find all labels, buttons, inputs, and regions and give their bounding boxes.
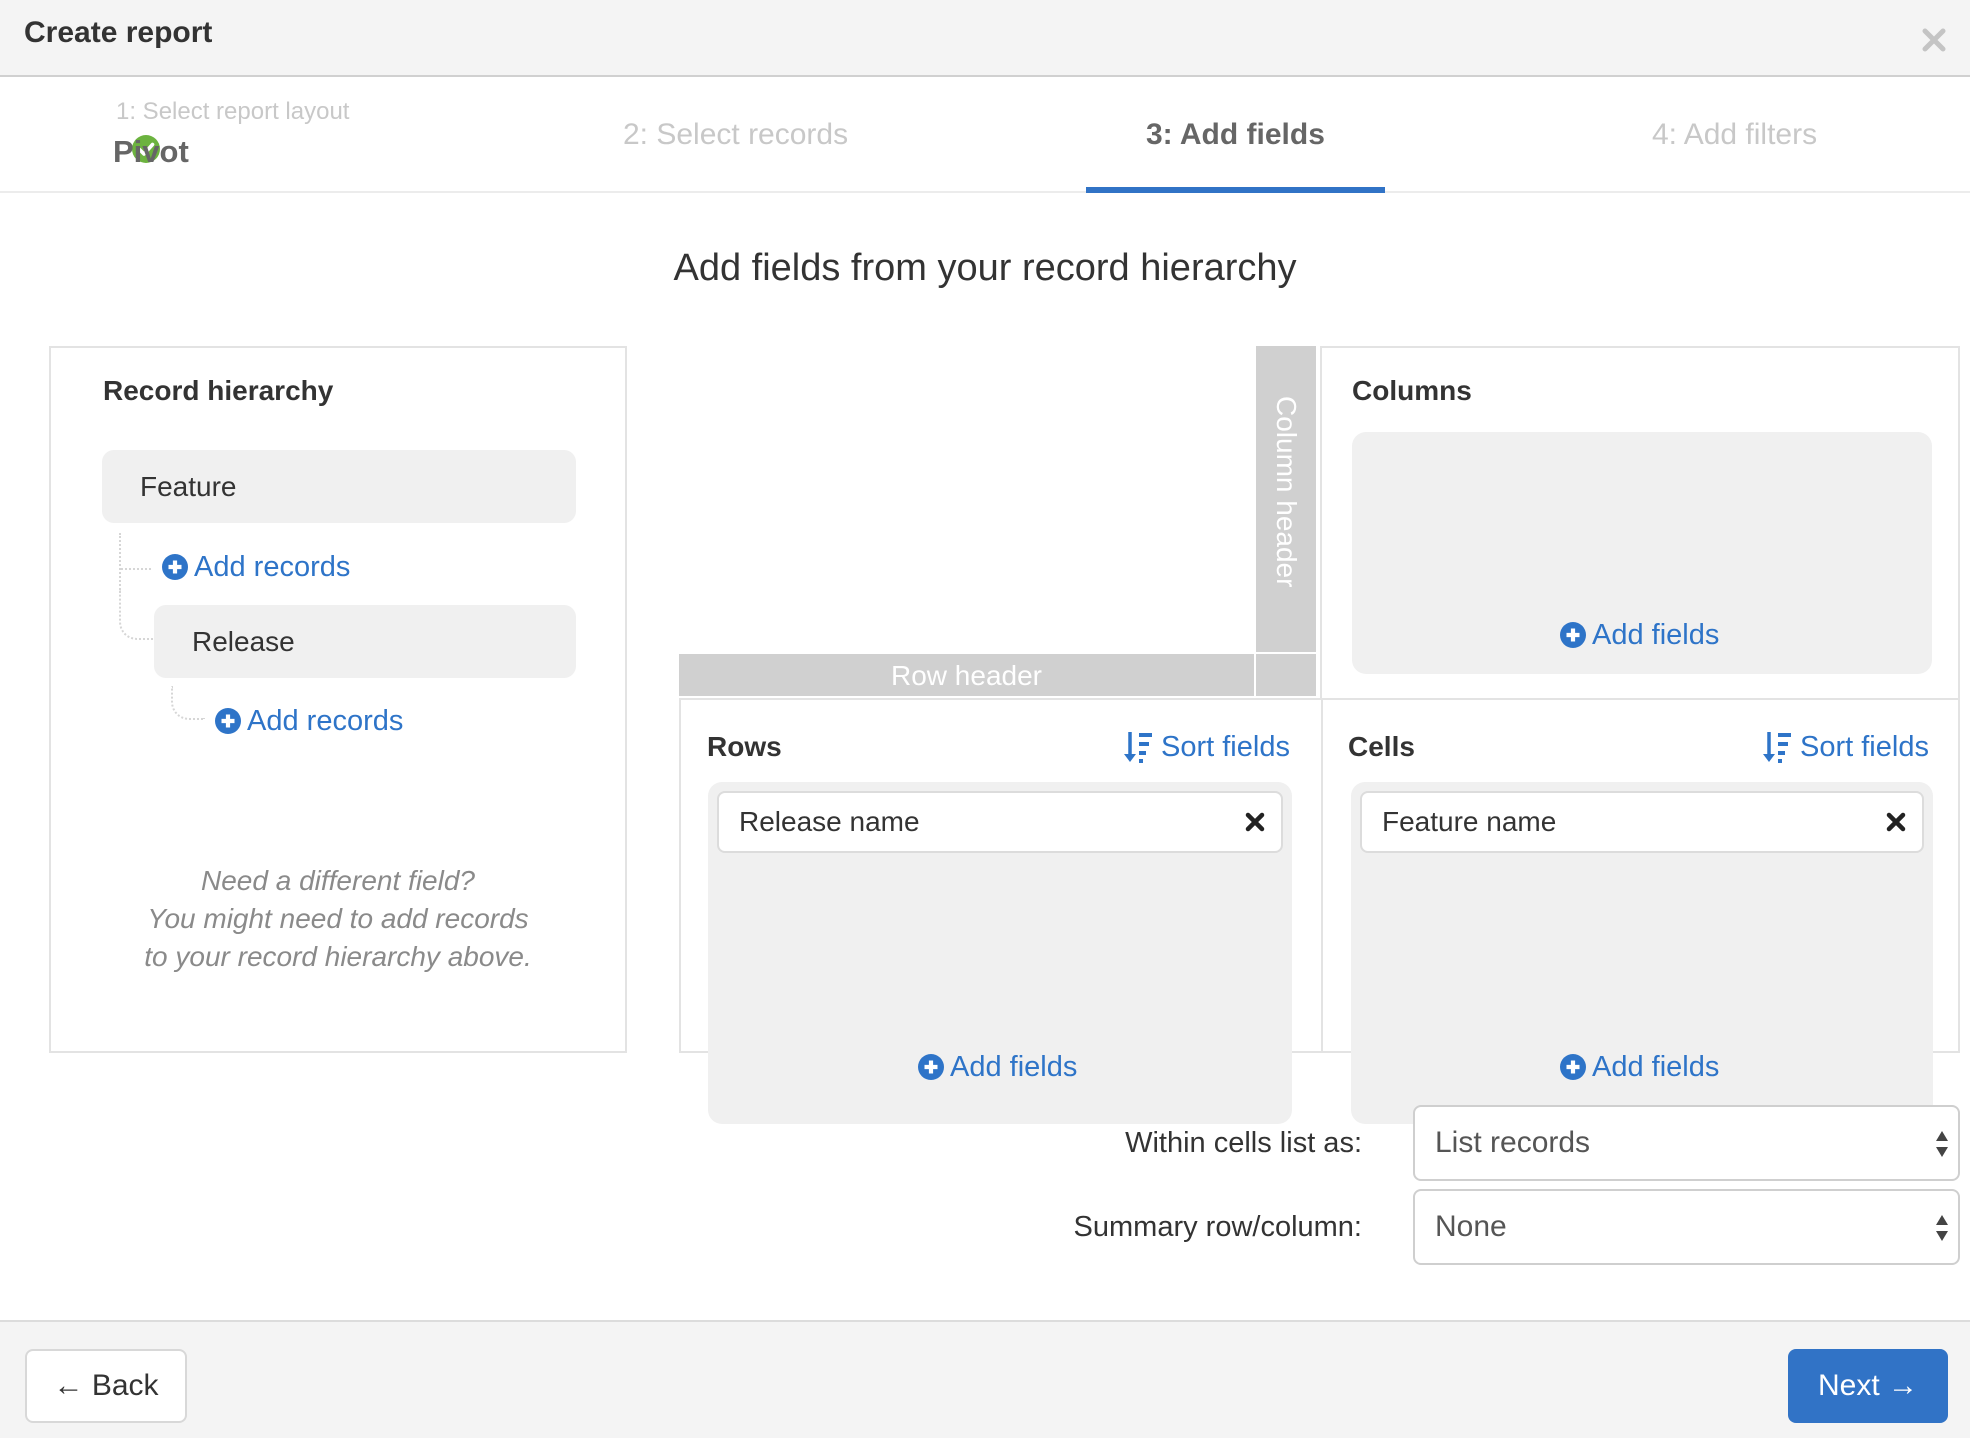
add-fields-label: Add fields <box>950 1051 1078 1083</box>
tree-connector <box>171 686 205 720</box>
plus-circle-icon <box>162 554 188 580</box>
summary-select[interactable]: None <box>1413 1189 1960 1265</box>
add-records-link[interactable]: Add records <box>162 550 350 584</box>
add-records-label: Add records <box>247 705 404 737</box>
field-chip-label: Release name <box>739 806 920 837</box>
plus-circle-icon <box>1560 1054 1586 1080</box>
add-fields-label: Add fields <box>1592 1051 1720 1083</box>
dialog-header: Create report <box>0 0 1970 77</box>
hint-line: You might need to add records <box>147 903 529 934</box>
plus-circle-icon <box>215 708 241 734</box>
column-header-strip: Column header <box>1256 346 1316 652</box>
select-arrows-icon <box>1936 1215 1948 1241</box>
record-release[interactable]: Release <box>154 605 576 678</box>
page-title: Add fields from your record hierarchy <box>673 247 1297 289</box>
rows-sort-fields-link[interactable]: Sort fields <box>1123 730 1290 764</box>
step-add-filters[interactable]: 4: Add filters <box>1620 77 1880 193</box>
step-select-records[interactable]: 2: Select records <box>580 77 900 193</box>
plus-circle-icon <box>918 1054 944 1080</box>
plus-circle-icon <box>1560 622 1586 648</box>
close-icon <box>1922 28 1946 52</box>
columns-heading: Columns <box>1352 375 1472 406</box>
sort-fields-label: Sort fields <box>1161 731 1290 763</box>
remove-field-icon[interactable] <box>1243 810 1267 834</box>
dialog-title: Create report <box>24 16 213 49</box>
add-fields-link[interactable]: Add fields <box>1560 618 1719 652</box>
cells-heading: Cells <box>1348 731 1415 762</box>
step-label: 4: Add filters <box>1652 118 1818 151</box>
field-chip-label: Feature name <box>1382 806 1557 837</box>
active-step-indicator <box>1086 187 1385 193</box>
select-arrows-icon <box>1936 1131 1948 1157</box>
add-fields-label: Add fields <box>1592 619 1720 651</box>
record-name: Release <box>192 625 295 657</box>
remove-field-icon[interactable] <box>1884 810 1908 834</box>
record-name: Feature <box>140 470 237 502</box>
hint-line: Need a different field? <box>201 865 475 896</box>
tree-connector <box>121 568 151 570</box>
record-feature[interactable]: Feature <box>102 450 576 523</box>
field-chip[interactable]: Feature name <box>1360 791 1924 853</box>
add-fields-link[interactable]: Add fields <box>918 1050 1077 1084</box>
dialog-footer: ← Back Next → <box>0 1320 1970 1438</box>
within-cells-select[interactable]: List records <box>1413 1105 1960 1181</box>
next-button[interactable]: Next → <box>1788 1349 1948 1423</box>
columns-panel: Columns Add fields <box>1320 346 1960 700</box>
sort-icon <box>1763 732 1791 763</box>
cells-drop-area[interactable]: Feature name Add fields <box>1351 782 1933 1124</box>
back-button[interactable]: ← Back <box>25 1349 187 1423</box>
step-select-layout[interactable]: 1: Select report layout Pivot <box>60 77 390 193</box>
field-chip[interactable]: Release name <box>717 791 1283 853</box>
add-records-label: Add records <box>194 551 351 583</box>
column-header-label: Column header <box>1271 396 1302 588</box>
wizard-steps: 1: Select report layout Pivot 2: Select … <box>0 77 1970 193</box>
step-label: 2: Select records <box>623 118 849 151</box>
rows-panel: Rows Sort fields Release name Add fields <box>679 698 1323 1124</box>
select-value: List records <box>1435 1126 1591 1159</box>
step-label: 1: Select report layout <box>116 98 350 125</box>
close-button[interactable] <box>1916 22 1952 58</box>
sort-icon <box>1124 732 1152 763</box>
step-value: Pivot <box>113 134 189 169</box>
cells-sort-fields-link[interactable]: Sort fields <box>1762 730 1929 764</box>
select-value: None <box>1435 1210 1507 1243</box>
summary-label: Summary row/column: <box>1073 1211 1362 1243</box>
row-header-strip: Row header <box>679 654 1254 696</box>
add-records-link[interactable]: Add records <box>215 704 403 738</box>
pivot-corner-cell <box>1256 654 1316 696</box>
cells-panel: Cells Sort fields Feature name Add field… <box>1321 698 1960 1124</box>
step-label: 3: Add fields <box>1146 118 1325 151</box>
rows-drop-area[interactable]: Release name Add fields <box>708 782 1292 1124</box>
rows-heading: Rows <box>707 731 782 762</box>
tree-connector <box>119 588 153 640</box>
add-fields-link[interactable]: Add fields <box>1560 1050 1719 1084</box>
hint-line: to your record hierarchy above. <box>144 941 532 972</box>
columns-drop-area[interactable]: Add fields <box>1352 432 1932 674</box>
record-hierarchy-panel: Record hierarchy Feature Add records Rel… <box>49 346 627 1053</box>
sort-fields-label: Sort fields <box>1800 731 1929 763</box>
record-hierarchy-heading: Record hierarchy <box>103 375 334 406</box>
tree-connector <box>119 533 121 593</box>
step-add-fields[interactable]: 3: Add fields <box>1086 77 1385 193</box>
within-cells-label: Within cells list as: <box>1125 1127 1362 1159</box>
